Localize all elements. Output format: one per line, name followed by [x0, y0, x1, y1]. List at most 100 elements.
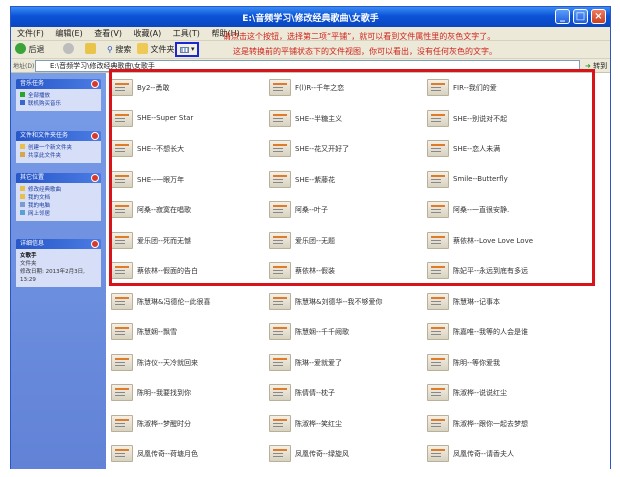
file-name: By2--勇敢 — [137, 84, 170, 92]
file-name: 陈慧琳--记事本 — [453, 297, 501, 306]
audio-file-icon — [427, 170, 449, 188]
file-item[interactable]: 阿桑--一直很安静. — [427, 200, 577, 220]
audio-file-icon — [269, 445, 291, 462]
file-item[interactable]: 陈明--等你爱我 — [427, 353, 577, 373]
place-my-computer[interactable]: 我的电脑 — [20, 202, 97, 210]
folders-button[interactable]: 文件夹 — [137, 43, 175, 57]
file-name: 陈妃平--永远到底有多远 — [453, 267, 529, 275]
menu-edit[interactable]: 编辑(E) — [55, 27, 82, 41]
file-item[interactable]: 爱乐团--死而无憾 — [111, 231, 261, 251]
file-item[interactable]: 陈嘉唯--我等的人会是谁 — [427, 322, 577, 342]
file-item[interactable]: 陈琳--爱就爱了 — [269, 353, 419, 373]
place-my-documents[interactable]: 我的文档 — [20, 194, 97, 202]
folder-icon — [137, 43, 148, 54]
file-item[interactable]: SHE--不想长大 — [111, 139, 261, 159]
title-bar[interactable]: E:\音频学习\修改经典歌曲\女歌手 _ □ × — [11, 7, 610, 27]
maximize-button[interactable]: □ — [573, 9, 588, 24]
go-arrow-icon: ➜ — [585, 62, 591, 70]
file-item[interactable]: 陈淑桦--笑红尘 — [269, 414, 419, 434]
file-item[interactable]: 陈妃平--永远到底有多远 — [427, 261, 577, 281]
file-item[interactable]: 陈慧琳--记事本 — [427, 292, 577, 312]
views-icon — [180, 47, 189, 53]
audio-file-icon — [269, 79, 291, 96]
panel-header[interactable]: 详细信息 — [16, 239, 101, 249]
panel-header[interactable]: 音乐任务 — [16, 79, 101, 89]
task-buy-music[interactable]: 联机购买音乐 — [20, 100, 97, 108]
file-item[interactable]: 陈诗仪--天冷就回来 — [111, 353, 261, 373]
detail-type: 文件夹 — [20, 261, 37, 267]
task-new-folder[interactable]: 创建一个新文件夹 — [20, 144, 97, 152]
file-name: 阿桑--寂寞在唱歌 — [137, 206, 192, 214]
file-name: SHE--不想长大 — [137, 145, 185, 153]
file-item[interactable]: SHE--一眼万年 — [111, 170, 261, 190]
audio-file-icon — [427, 109, 449, 127]
file-item[interactable]: SHE--别说对不起 — [427, 109, 577, 129]
collapse-icon[interactable] — [91, 240, 99, 248]
file-item[interactable]: By2--勇敢 — [111, 78, 261, 98]
audio-file-icon — [269, 384, 291, 401]
file-name: 陈慧娴--飘雪 — [137, 328, 178, 336]
up-folder-button[interactable] — [85, 43, 96, 57]
search-icon: ⚲ — [107, 45, 113, 54]
file-item[interactable]: 凤凰传奇--请香夫人 — [427, 444, 577, 464]
network-icon — [20, 210, 25, 215]
close-button[interactable]: × — [591, 9, 606, 24]
file-name: 陈慧娴--千千阙歌 — [295, 328, 350, 336]
file-item[interactable]: 阿桑--叶子 — [269, 200, 419, 220]
file-item[interactable]: SHE--Super Star — [111, 109, 261, 129]
file-name: 蔡依林--Love Love Love — [453, 236, 534, 245]
collapse-icon[interactable] — [91, 80, 99, 88]
file-item[interactable]: 爱乐团--无题 — [269, 231, 419, 251]
file-item[interactable]: 陈慧娴--飘雪 — [111, 322, 261, 342]
file-item[interactable]: 凤凰传奇--绿旋风 — [269, 444, 419, 464]
file-item[interactable]: 陈淑桦--梦醒时分 — [111, 414, 261, 434]
forward-button[interactable] — [63, 43, 74, 57]
place-network[interactable]: 网上邻居 — [20, 210, 97, 218]
file-item[interactable]: 凤凰传奇--荷塘月色 — [111, 444, 261, 464]
audio-file-icon — [269, 262, 291, 279]
file-item[interactable]: 阿桑--寂寞在唱歌 — [111, 200, 261, 220]
panel-header[interactable]: 其它位置 — [16, 173, 101, 183]
file-name: 凤凰传奇--请香夫人 — [453, 450, 515, 458]
file-item[interactable]: 陈淑桦--说说红尘 — [427, 383, 577, 403]
file-name: 陈明--我要找到你 — [137, 389, 192, 397]
file-item[interactable]: 陈倩倩--枕子 — [269, 383, 419, 403]
task-play-all[interactable]: 全部播放 — [20, 92, 97, 100]
file-item[interactable]: 陈慧琳&冯德伦--此很喜 — [111, 292, 261, 312]
file-item[interactable]: SHE--恋人未满 — [427, 139, 577, 159]
up-folder-icon — [85, 43, 96, 54]
file-item[interactable]: 蔡依林--假装 — [269, 261, 419, 281]
collapse-icon[interactable] — [91, 132, 99, 140]
file-item[interactable]: 蔡依林--Love Love Love — [427, 231, 577, 251]
menu-view[interactable]: 查看(V) — [94, 27, 122, 41]
audio-file-icon — [427, 414, 449, 432]
file-item[interactable]: 陈明--我要找到你 — [111, 383, 261, 403]
file-item[interactable]: 陈淑桦--跟你一起去梦想 — [427, 414, 577, 434]
address-input[interactable]: E:\音频学习\修改经典歌曲\女歌手 — [35, 60, 580, 72]
back-arrow-icon — [15, 43, 26, 54]
file-item[interactable]: 蔡依林--假面的告白 — [111, 261, 261, 281]
file-item[interactable]: SHE--半糖主义 — [269, 109, 419, 129]
file-item[interactable]: Smile--Butterfly — [427, 170, 577, 190]
file-item[interactable]: FIR--我们的爱 — [427, 78, 577, 98]
search-button[interactable]: ⚲ 搜索 — [107, 43, 131, 57]
file-item[interactable]: SHE--花又开好了 — [269, 139, 419, 159]
file-name: 陈淑桦--梦醒时分 — [137, 419, 192, 428]
menu-favorites[interactable]: 收藏(A) — [134, 27, 162, 41]
go-button[interactable]: ➜ 转到 — [585, 60, 607, 72]
menu-tools[interactable]: 工具(T) — [173, 27, 200, 41]
menu-file[interactable]: 文件(F) — [17, 27, 44, 41]
place-parent-folder[interactable]: 修改经典歌曲 — [20, 186, 97, 194]
file-name: Smile--Butterfly — [453, 174, 508, 183]
file-list[interactable]: By2--勇敢 F(l)R--千年之恋 FIR--我们的爱 SHE--Super St… — [106, 73, 610, 469]
panel-header[interactable]: 文件和文件夹任务 — [16, 131, 101, 141]
task-share-folder[interactable]: 共享此文件夹 — [20, 152, 97, 160]
views-button[interactable]: ▾ — [175, 42, 199, 57]
minimize-button[interactable]: _ — [555, 9, 570, 24]
file-item[interactable]: 陈慧琳&刘德华--我不够爱你 — [269, 292, 419, 312]
file-item[interactable]: SHE--紫藤花 — [269, 170, 419, 190]
collapse-icon[interactable] — [91, 174, 99, 182]
file-item[interactable]: F(l)R--千年之恋 — [269, 78, 419, 98]
file-item[interactable]: 陈慧娴--千千阙歌 — [269, 322, 419, 342]
back-button[interactable]: 后退 — [15, 43, 45, 57]
